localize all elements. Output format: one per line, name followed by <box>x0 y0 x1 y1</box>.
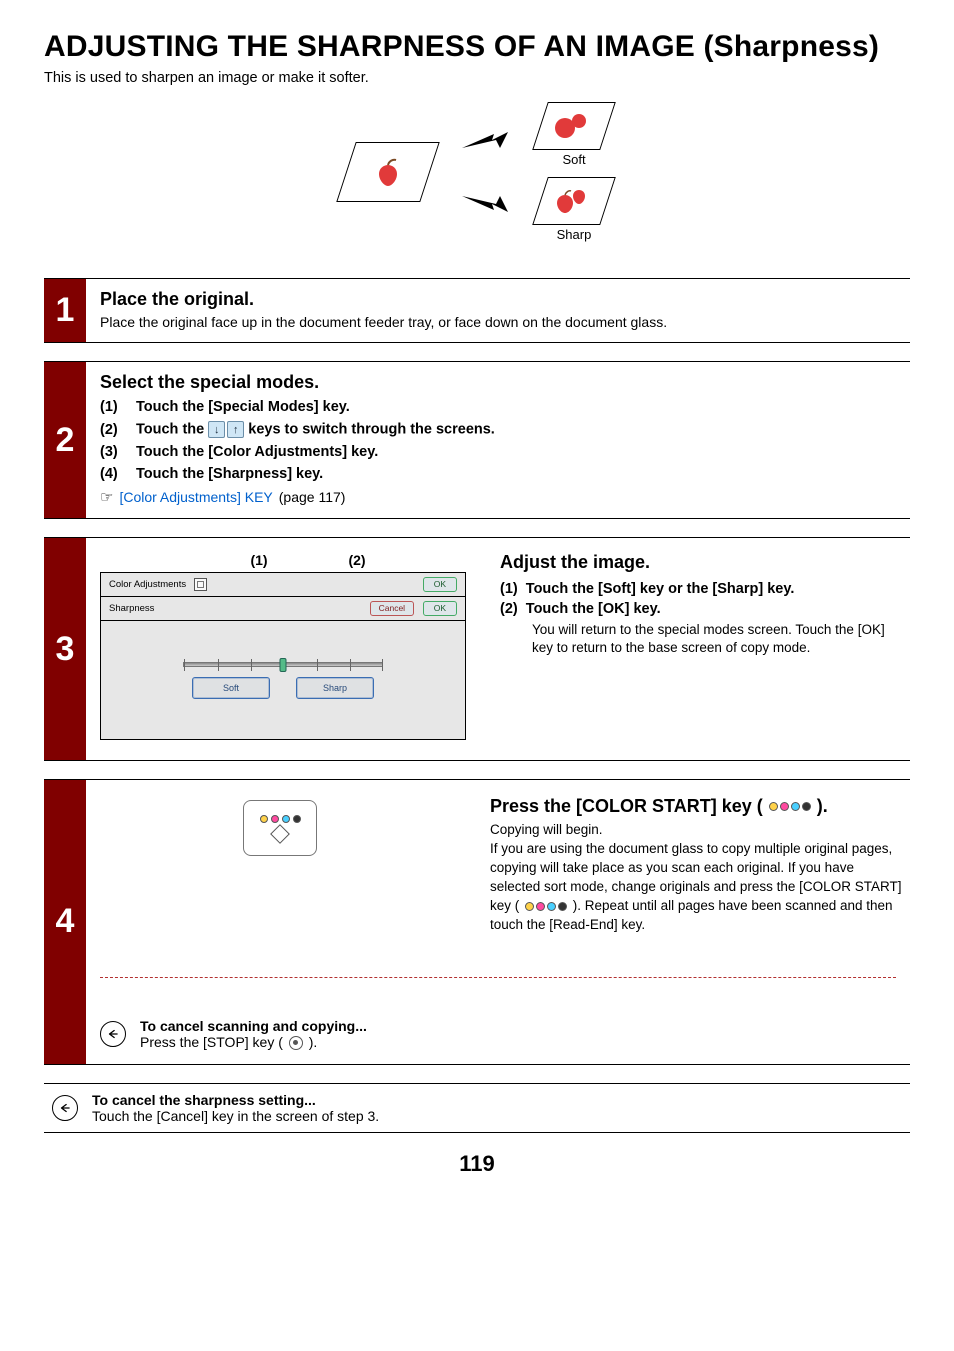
step-4-para: If you are using the document glass to c… <box>490 840 904 934</box>
step-number: 4 <box>44 780 86 1064</box>
sharp-button[interactable]: Sharp <box>296 677 374 699</box>
substep-text: keys to switch through the screens. <box>248 421 495 437</box>
ok-button[interactable]: OK <box>423 601 457 616</box>
step-1: 1 Place the original. Place the original… <box>44 278 910 343</box>
diamond-icon <box>270 824 290 844</box>
substep-n: (2) <box>100 422 128 438</box>
step-3: 3 (1) (2) Color Adjustments OK Sharpness <box>44 537 910 761</box>
soft-result <box>532 102 616 150</box>
step-2: 2 Select the special modes. (1) Touch the… <box>44 361 910 519</box>
cancel-text: ). <box>309 1034 318 1050</box>
cancel-title: To cancel scanning and copying... <box>140 1018 367 1034</box>
panel-row-label: Sharpness <box>109 603 154 614</box>
soft-label: Soft <box>562 152 585 167</box>
step-2-title: Select the special modes. <box>100 372 904 393</box>
substep-n: (2) <box>500 601 518 617</box>
substep-text: Touch the [Sharpness] key. <box>136 466 323 482</box>
panel-header-icon <box>194 578 207 591</box>
cancel-button[interactable]: Cancel <box>370 601 414 616</box>
footer-note: To cancel the sharpness setting... Touch… <box>44 1083 910 1133</box>
cancel-text: Press the [STOP] key ( <box>140 1034 283 1050</box>
panel-header-label: Color Adjustments <box>109 579 186 590</box>
dashed-divider <box>100 977 896 978</box>
link-page: (page 117) <box>279 489 346 505</box>
arrow-icon <box>460 128 510 152</box>
footer-text: Touch the [Cancel] key in the screen of … <box>92 1108 379 1124</box>
sharp-label: Sharp <box>557 227 592 242</box>
original-page <box>336 142 439 202</box>
back-icon <box>100 1021 126 1047</box>
step-4-title: Press the [COLOR START] key ( ). <box>490 794 904 819</box>
substep-n: (1) <box>500 581 518 597</box>
substep-text: Touch the [OK] key. <box>526 601 661 617</box>
step-number: 3 <box>44 538 86 760</box>
apple-icon <box>549 183 599 219</box>
step-number: 1 <box>44 279 86 342</box>
arrow-icon <box>460 192 510 216</box>
arrow-keys-icon: ↓↑ <box>208 421 244 438</box>
pointer-icon: ☞ <box>100 488 113 506</box>
screen-mockup: Color Adjustments OK Sharpness Cancel OK <box>100 572 466 740</box>
color-dots-icon <box>769 802 811 811</box>
callout-1: (1) <box>250 552 267 568</box>
color-start-key-icon <box>243 800 317 856</box>
color-dots-icon <box>525 902 567 911</box>
sharp-result <box>532 177 616 225</box>
step-3-note: You will return to the special modes scr… <box>500 621 904 657</box>
color-adjustments-link[interactable]: [Color Adjustments] KEY <box>119 489 272 505</box>
stop-icon <box>289 1036 303 1050</box>
page-title: ADJUSTING THE SHARPNESS OF AN IMAGE (Sha… <box>44 30 910 64</box>
substep-n: (1) <box>100 399 128 415</box>
step-3-title: Adjust the image. <box>500 552 904 573</box>
ok-button[interactable]: OK <box>423 577 457 592</box>
step-4-line: Copying will begin. <box>490 821 904 840</box>
step-4: 4 Press the [COLOR START] key ( <box>44 779 910 1065</box>
step-number: 2 <box>44 362 86 518</box>
substep-n: (3) <box>100 444 128 460</box>
apple-icon <box>367 154 409 190</box>
footer-title: To cancel the sharpness setting... <box>92 1092 379 1108</box>
substep-text: Touch the [Soft] key or the [Sharp] key. <box>526 581 795 597</box>
sharpness-slider[interactable] <box>183 662 383 667</box>
back-icon <box>52 1095 78 1121</box>
soft-button[interactable]: Soft <box>192 677 270 699</box>
intro-text: This is used to sharpen an image or make… <box>44 70 910 86</box>
substep-text: Touch the <box>136 421 208 437</box>
callout-2: (2) <box>348 552 365 568</box>
step-1-text: Place the original face up in the docume… <box>100 314 904 330</box>
step-1-title: Place the original. <box>100 289 904 310</box>
substep-text: Touch the [Special Modes] key. <box>136 399 350 415</box>
apple-icon <box>549 108 599 144</box>
substep-text: Touch the [Color Adjustments] key. <box>136 444 378 460</box>
substep-n: (4) <box>100 466 128 482</box>
illustration: Soft Sharp <box>44 102 910 242</box>
page-number: 119 <box>44 1151 910 1177</box>
